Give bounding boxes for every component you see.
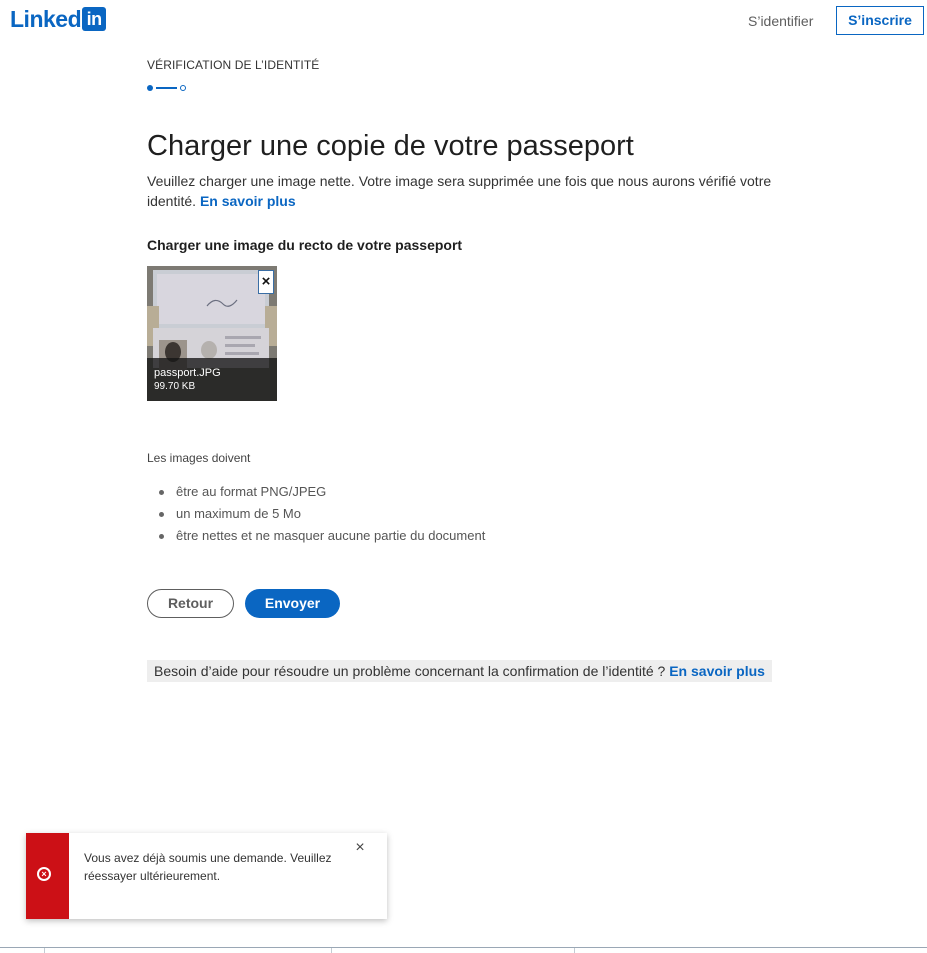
step-dot-active	[147, 85, 153, 91]
top-header: Linked in S’identifier S’inscrire	[0, 0, 927, 44]
linkedin-logo[interactable]: Linked in	[10, 6, 107, 32]
help-learn-more-link[interactable]: En savoir plus	[669, 663, 765, 679]
bottom-tab-edge	[574, 948, 575, 953]
requirement-item: être nettes et ne masquer aucune partie …	[147, 525, 485, 547]
toast-error-bar: ×	[26, 833, 69, 919]
bottom-tab-edge	[44, 948, 332, 953]
error-toast: × Vous avez déjà soumis une demande. Veu…	[26, 833, 387, 919]
progress-stepper	[147, 84, 189, 92]
remove-image-button[interactable]: ×	[258, 270, 274, 294]
close-icon: ×	[355, 839, 365, 856]
signin-link[interactable]: S’identifier	[748, 12, 813, 30]
back-button[interactable]: Retour	[147, 589, 234, 618]
toast-close-button[interactable]: ×	[353, 840, 367, 856]
close-icon: ×	[261, 273, 271, 290]
logo-in-box: in	[82, 7, 107, 31]
logo-wordmark: Linked	[10, 6, 82, 32]
send-button[interactable]: Envoyer	[245, 589, 340, 618]
file-size: 99.70 KB	[154, 381, 196, 392]
requirements-title: Les images doivent	[147, 451, 251, 465]
requirements-list: être au format PNG/JPEG un maximum de 5 …	[147, 481, 485, 547]
help-text: Besoin d’aide pour résoudre un problème …	[154, 663, 666, 679]
requirement-item: un maximum de 5 Mo	[147, 503, 485, 525]
error-icon: ×	[37, 867, 51, 881]
requirement-item: être au format PNG/JPEG	[147, 481, 485, 503]
step-dot-next	[180, 85, 186, 91]
file-info-overlay: passport.JPG 99.70 KB	[147, 358, 277, 401]
upload-section-title: Charger une image du recto de votre pass…	[147, 237, 463, 253]
page-title: Charger une copie de votre passeport	[147, 130, 634, 162]
file-name: passport.JPG	[154, 367, 221, 379]
page-description: Veuillez charger une image nette. Votre …	[147, 171, 797, 211]
learn-more-link[interactable]: En savoir plus	[200, 193, 296, 209]
step-progress-line	[156, 87, 177, 89]
join-button[interactable]: S’inscrire	[836, 6, 924, 35]
step-label: VÉRIFICATION DE L’IDENTITÉ	[147, 58, 320, 72]
uploaded-image-thumbnail: × passport.JPG 99.70 KB	[147, 266, 277, 401]
toast-message: Vous avez déjà soumis une demande. Veuil…	[84, 851, 332, 883]
help-banner: Besoin d’aide pour résoudre un problème …	[147, 660, 772, 682]
